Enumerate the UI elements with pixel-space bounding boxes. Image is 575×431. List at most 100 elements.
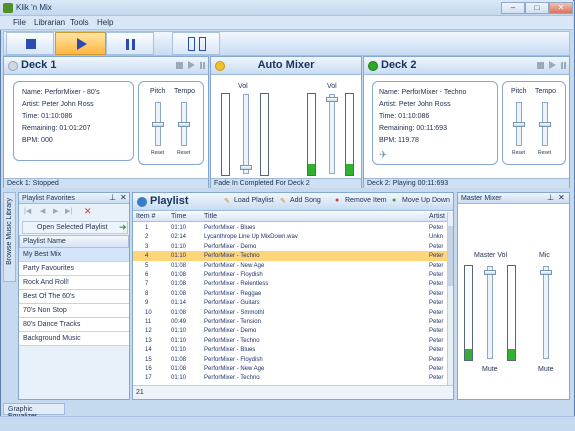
playlist-column-header: Item # Time Title Artist: [133, 212, 447, 222]
favorites-title: Playlist Favorites: [22, 195, 75, 202]
table-row[interactable]: 4 01:10 PerforMixer - Techno Peter: [133, 251, 447, 261]
master-right-meter: [507, 265, 516, 361]
stop-button[interactable]: [6, 32, 54, 55]
go-arrow-icon: ➜: [119, 222, 127, 232]
pin-icon[interactable]: ⊥: [109, 193, 116, 202]
table-row[interactable]: 16 01:08 PerforMixer - New Age Peter: [133, 364, 447, 373]
deck2-bpm: BPM: 119.78: [379, 137, 419, 144]
master-vol-fader[interactable]: [484, 270, 496, 275]
table-row[interactable]: 12 01:10 PerforMixer - Demo Peter: [133, 326, 447, 335]
table-row[interactable]: 10 01:08 PerforMixer - Smmothl Peter: [133, 308, 447, 317]
table-row[interactable]: 3 01:10 PerforMixer - Demo Peter: [133, 242, 447, 251]
table-row[interactable]: 13 01:10 PerforMixer - Techno Peter: [133, 336, 447, 345]
load-playlist-button[interactable]: Load Playlist: [234, 197, 274, 204]
first-icon[interactable]: |◀: [24, 207, 31, 215]
favorites-close-icon[interactable]: ✕: [120, 193, 127, 202]
table-row[interactable]: 14 01:10 PerforMixer - Blues Peter: [133, 345, 447, 354]
stop-icon: [26, 39, 36, 49]
table-row[interactable]: 15 01:08 PerforMixer - Floydish Peter: [133, 355, 447, 364]
deck1-time: Time: 01:10:086: [22, 113, 73, 120]
col-time[interactable]: Time: [171, 213, 186, 220]
graphic-equalizer-tab[interactable]: Graphic Equalizer: [3, 403, 65, 420]
mic-fader[interactable]: [540, 270, 552, 275]
deck2-play-icon[interactable]: [549, 61, 556, 69]
remove-item-button[interactable]: Remove Item: [345, 197, 387, 204]
browse-library-tab[interactable]: Browse Music Library: [3, 192, 16, 282]
load-playlist-icon: ✎: [224, 198, 230, 205]
automixer-right-fader[interactable]: [326, 97, 338, 102]
deck2-pitch-reset[interactable]: Reset: [512, 150, 525, 156]
favorite-item[interactable]: Background Music: [19, 332, 129, 346]
favorite-item[interactable]: Best Of The 60's: [19, 290, 129, 304]
app-icon: [3, 3, 13, 13]
favorite-item[interactable]: 80's Dance Tracks: [19, 318, 129, 332]
title-bar: [0, 0, 573, 16]
col-item[interactable]: Item #: [136, 213, 155, 220]
deck2-tempo-reset[interactable]: Reset: [538, 150, 551, 156]
deck1-title: Deck 1: [21, 59, 57, 71]
playlist-scroll-thumb[interactable]: [448, 226, 453, 286]
menu-librarian[interactable]: Librarian: [34, 18, 65, 27]
next-icon[interactable]: ▶: [53, 207, 58, 215]
table-row[interactable]: 9 01:14 PerforMixer - Guitars Peter: [133, 298, 447, 307]
delete-icon[interactable]: ✕: [84, 206, 92, 217]
playlist-rows: 1 01:10 PerforMixer - Blues Peter 2 02:14 Lyca…: [133, 223, 447, 383]
open-playlist-label: Open Selected Playlist: [37, 224, 108, 231]
play-button[interactable]: [55, 32, 106, 55]
table-row[interactable]: 2 02:14 Lycanthrope Line Up MixDown.wav Unk…: [133, 232, 447, 241]
deck1-tempo-reset[interactable]: Reset: [177, 150, 190, 156]
add-song-button[interactable]: Add Song: [290, 197, 321, 204]
favorite-item[interactable]: 70's Non Stop: [19, 304, 129, 318]
open-playlist-button[interactable]: Open Selected Playlist ➜: [22, 221, 128, 234]
prev-icon[interactable]: ◀: [40, 207, 45, 215]
deck2-tempo-slider[interactable]: [539, 122, 551, 127]
automixer-left-fader[interactable]: [240, 165, 252, 170]
playlist-scrollbar[interactable]: [447, 212, 453, 385]
automixer-right-meter: [307, 93, 316, 176]
deck2-pitch-slider[interactable]: [513, 122, 525, 127]
deck2-pause-icon[interactable]: [561, 62, 563, 69]
deck1-pitch-slider[interactable]: [152, 122, 164, 127]
deck1-play-icon[interactable]: [188, 61, 195, 69]
favorite-item[interactable]: Party Favourites: [19, 262, 129, 276]
deck1-pause-icon[interactable]: [200, 62, 202, 69]
table-row[interactable]: 8 01:08 PerforMixer - Reggae Peter: [133, 289, 447, 298]
table-row[interactable]: 7 01:08 PerforMixer - Relentless Peter: [133, 279, 447, 288]
pause-button[interactable]: [106, 32, 154, 55]
master-right-level: [508, 349, 515, 360]
deck1-tempo-slider[interactable]: [178, 122, 190, 127]
menu-tools[interactable]: Tools: [70, 18, 89, 27]
last-icon[interactable]: ▶|: [65, 207, 72, 215]
menu-help[interactable]: Help: [97, 18, 113, 27]
deck1-pitch-reset[interactable]: Reset: [151, 150, 164, 156]
favorite-item[interactable]: My Best Mix: [19, 248, 129, 262]
mic-mute-button[interactable]: Mute: [538, 366, 554, 373]
playlist-panel: Playlist ✎ Load Playlist ✎ Add Song ● Re…: [132, 192, 454, 400]
deck2-panel: Deck 2 Name: PerforMixer - Techno Artist…: [363, 56, 570, 188]
col-title[interactable]: Title: [204, 213, 217, 220]
favorite-item[interactable]: Rock And Roll!: [19, 276, 129, 290]
table-row[interactable]: 1 01:10 PerforMixer - Blues Peter: [133, 223, 447, 232]
col-artist[interactable]: Artist: [429, 213, 445, 220]
table-row[interactable]: 17 01:10 PerforMixer - Techno Peter: [133, 373, 447, 382]
master-header: Master Mixer ⊥ ✕: [458, 193, 569, 204]
master-pin-icon[interactable]: ⊥: [547, 193, 554, 202]
table-row[interactable]: 5 01:08 PerforMixer - New Age Peter: [133, 261, 447, 270]
deck2-pitch-label: Pitch: [511, 88, 527, 95]
automixer-right-track: [329, 94, 335, 174]
move-up-down-icon: ●: [392, 197, 397, 204]
deck1-info-box: Name: PerforMixer - 80's Artist: Peter J…: [13, 81, 134, 161]
table-row[interactable]: 6 01:08 PerforMixer - Floydish Peter: [133, 270, 447, 279]
deck2-stop-icon[interactable]: [537, 62, 544, 69]
maximize-button[interactable]: □: [525, 2, 549, 14]
deck1-panel: Deck 1 Name: PerforMixer - 80's Artist: …: [3, 56, 209, 188]
auto-mix-button[interactable]: [172, 32, 220, 55]
close-button[interactable]: ✕: [549, 2, 573, 14]
minimize-button[interactable]: –: [501, 2, 525, 14]
table-row[interactable]: 11 00:49 PerforMixer - Tension Peter: [133, 317, 447, 326]
menu-file[interactable]: File: [13, 18, 26, 27]
deck1-stop-icon[interactable]: [176, 62, 183, 69]
move-up-down-button[interactable]: Move Up Down: [402, 197, 450, 204]
master-mute-button[interactable]: Mute: [482, 366, 498, 373]
master-close-icon[interactable]: ✕: [558, 193, 565, 202]
